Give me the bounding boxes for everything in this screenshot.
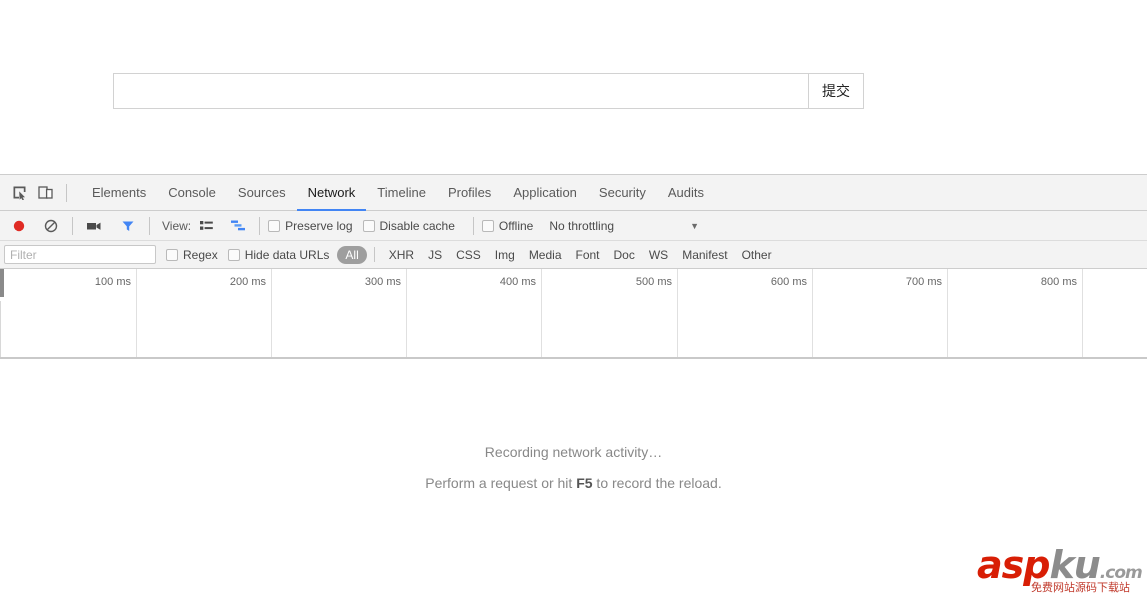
submit-button[interactable]: 提交 bbox=[808, 73, 864, 109]
waterfall-view-icon[interactable] bbox=[225, 213, 251, 239]
record-hint-suffix: to record the reload. bbox=[593, 475, 722, 491]
regex-label: Regex bbox=[183, 248, 218, 262]
chevron-down-icon[interactable]: ▼ bbox=[690, 221, 699, 231]
preserve-log-label: Preserve log bbox=[285, 219, 352, 233]
hide-data-urls-box bbox=[228, 249, 240, 261]
devtools-tabs: Elements Console Sources Network Timelin… bbox=[81, 175, 715, 211]
timeline-divider bbox=[136, 269, 137, 357]
timeline-tick-label: 800 ms bbox=[1041, 276, 1082, 288]
toolbar-divider bbox=[66, 184, 67, 202]
regex-box bbox=[166, 249, 178, 261]
tab-profiles[interactable]: Profiles bbox=[437, 175, 502, 211]
tab-sources[interactable]: Sources bbox=[227, 175, 297, 211]
network-control-bar: View: Preserve log Disable cache bbox=[0, 211, 1147, 241]
timeline-divider bbox=[947, 269, 948, 357]
site-watermark: aspku.com 免费网站源码下载站 bbox=[975, 543, 1145, 601]
disable-cache-box bbox=[363, 220, 375, 232]
preserve-log-checkbox[interactable]: Preserve log bbox=[268, 219, 352, 233]
throttling-value[interactable]: No throttling bbox=[549, 219, 614, 233]
empty-state-messages: Recording network activity… Perform a re… bbox=[0, 444, 1147, 491]
record-hint-text: Perform a request or hit F5 to record th… bbox=[0, 475, 1147, 491]
disable-cache-label: Disable cache bbox=[380, 219, 455, 233]
filter-funnel-icon[interactable] bbox=[115, 213, 141, 239]
view-label: View: bbox=[162, 219, 191, 233]
tab-audits[interactable]: Audits bbox=[657, 175, 715, 211]
tab-application[interactable]: Application bbox=[502, 175, 588, 211]
timeline-divider bbox=[406, 269, 407, 357]
tab-timeline[interactable]: Timeline bbox=[366, 175, 437, 211]
filter-input[interactable] bbox=[4, 245, 156, 264]
timeline-tick-label: 200 ms bbox=[230, 276, 271, 288]
control-divider-2 bbox=[149, 217, 150, 235]
list-view-icon[interactable] bbox=[193, 213, 219, 239]
preserve-log-box bbox=[268, 220, 280, 232]
timeline-tick-label: 600 ms bbox=[771, 276, 812, 288]
record-hint-prefix: Perform a request or hit bbox=[425, 475, 576, 491]
filter-type-manifest[interactable]: Manifest bbox=[675, 246, 734, 264]
record-hint-key: F5 bbox=[576, 475, 592, 491]
disable-cache-checkbox[interactable]: Disable cache bbox=[363, 219, 455, 233]
timeline-left-marker bbox=[0, 269, 4, 297]
capture-screenshots-icon[interactable] bbox=[81, 213, 107, 239]
timeline-left-line bbox=[0, 301, 1, 357]
offline-checkbox[interactable]: Offline bbox=[482, 219, 533, 233]
tab-console[interactable]: Console bbox=[157, 175, 227, 211]
network-filter-bar: Regex Hide data URLs All XHR JS CSS Img … bbox=[0, 241, 1147, 269]
recording-status-text: Recording network activity… bbox=[0, 444, 1147, 460]
offline-label: Offline bbox=[499, 219, 533, 233]
control-divider-1 bbox=[72, 217, 73, 235]
filter-type-doc[interactable]: Doc bbox=[607, 246, 642, 264]
filter-type-js[interactable]: JS bbox=[421, 246, 449, 264]
control-divider-3 bbox=[259, 217, 260, 235]
devtools-tabstrip: Elements Console Sources Network Timelin… bbox=[0, 175, 1147, 211]
timeline-tick-label: 100 ms bbox=[95, 276, 136, 288]
tab-elements[interactable]: Elements bbox=[81, 175, 157, 211]
devtools-tool-icons bbox=[0, 180, 58, 206]
timeline-divider bbox=[812, 269, 813, 357]
device-toolbar-icon[interactable] bbox=[32, 180, 58, 206]
timeline-tick-label: 700 ms bbox=[906, 276, 947, 288]
filter-type-font[interactable]: Font bbox=[569, 246, 607, 264]
network-timeline-overview[interactable]: 100 ms 200 ms 300 ms 400 ms 500 ms 600 m… bbox=[0, 269, 1147, 359]
timeline-tick-label: 400 ms bbox=[500, 276, 541, 288]
network-empty-state: Recording network activity… Perform a re… bbox=[0, 359, 1147, 603]
timeline-tick-label: 500 ms bbox=[636, 276, 677, 288]
filter-type-ws[interactable]: WS bbox=[642, 246, 675, 264]
offline-box bbox=[482, 220, 494, 232]
filter-type-xhr[interactable]: XHR bbox=[382, 246, 421, 264]
timeline-divider bbox=[271, 269, 272, 357]
tab-network[interactable]: Network bbox=[297, 175, 367, 211]
regex-checkbox[interactable]: Regex bbox=[166, 248, 218, 262]
timeline-divider bbox=[677, 269, 678, 357]
filter-type-css[interactable]: CSS bbox=[449, 246, 488, 264]
timeline-tick-label: 300 ms bbox=[365, 276, 406, 288]
filter-type-img[interactable]: Img bbox=[488, 246, 522, 264]
tab-security[interactable]: Security bbox=[588, 175, 657, 211]
clear-button-icon[interactable] bbox=[38, 213, 64, 239]
filter-type-all[interactable]: All bbox=[337, 246, 366, 264]
web-page-viewport: 提交 bbox=[0, 0, 1147, 174]
filter-divider bbox=[374, 247, 375, 262]
filter-type-media[interactable]: Media bbox=[522, 246, 569, 264]
timeline-divider bbox=[541, 269, 542, 357]
control-divider-4 bbox=[473, 217, 474, 235]
record-button-icon[interactable] bbox=[6, 213, 32, 239]
watermark-subtitle: 免费网站源码下载站 bbox=[1031, 579, 1130, 595]
filter-type-other[interactable]: Other bbox=[735, 246, 779, 264]
timeline-divider bbox=[1082, 269, 1083, 357]
search-form: 提交 bbox=[113, 73, 864, 109]
hide-data-urls-label: Hide data URLs bbox=[245, 248, 330, 262]
devtools-panel: Elements Console Sources Network Timelin… bbox=[0, 174, 1147, 540]
hide-data-urls-checkbox[interactable]: Hide data URLs bbox=[228, 248, 330, 262]
search-input[interactable] bbox=[113, 73, 808, 109]
inspect-element-icon[interactable] bbox=[6, 180, 32, 206]
